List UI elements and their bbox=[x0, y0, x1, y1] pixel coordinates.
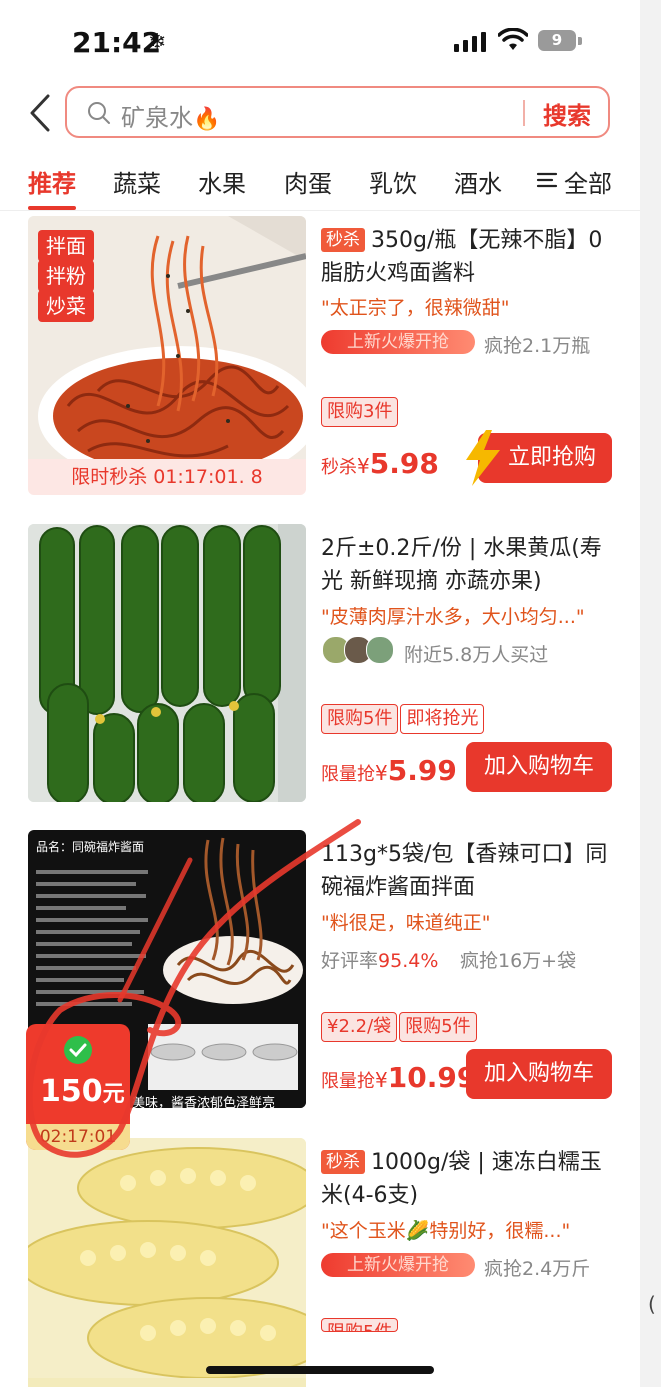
product-review-quote: "皮薄肉厚汁水多，大小均匀..." bbox=[321, 606, 585, 628]
red-packet-coupon[interactable]: 150元 02:17:01 bbox=[26, 1024, 130, 1150]
wifi-icon bbox=[498, 28, 528, 50]
cucumber-illustration bbox=[28, 524, 306, 802]
search-button[interactable]: 搜索 bbox=[543, 96, 591, 131]
sold-count: 疯抢2.4万斤 bbox=[484, 1258, 591, 1280]
search-icon bbox=[88, 102, 110, 124]
product-title[interactable]: 秒杀 350g/瓶【无辣不脂】0脂肪火鸡面酱料 bbox=[321, 224, 621, 290]
product-image-noodle-sauce[interactable]: 拌面 拌粉 炒菜 bbox=[28, 216, 306, 494]
coupon-timer: 02:17:01 bbox=[26, 1124, 130, 1150]
product-image-cucumber[interactable] bbox=[28, 524, 306, 802]
flash-sale-badge: 秒杀 bbox=[321, 228, 365, 252]
add-to-cart-button[interactable]: 加入购物车 bbox=[466, 1049, 612, 1099]
lightning-icon bbox=[466, 430, 500, 486]
home-indicator[interactable] bbox=[206, 1366, 434, 1374]
hot-sale-bar: 上新火爆开抢 bbox=[321, 1253, 475, 1277]
tab-all[interactable]: 全部 bbox=[564, 164, 612, 199]
limit-tag: 限购5件 bbox=[399, 1012, 477, 1042]
product-title[interactable]: 2斤±0.2斤/份 | 水果黄瓜(寿光 新鲜现摘 亦蔬亦果) bbox=[321, 532, 621, 598]
buyer-avatars bbox=[322, 636, 398, 664]
image-tag: 拌粉 bbox=[38, 260, 94, 292]
back-arrow-icon[interactable] bbox=[24, 92, 58, 134]
selling-fast-tag: 即将抢光 bbox=[400, 704, 485, 734]
unit-price-tag: ¥2.2/袋 bbox=[321, 1012, 398, 1042]
right-edge-strip bbox=[640, 0, 661, 1387]
product-review-quote: "料很足，味道纯正" bbox=[321, 912, 491, 934]
search-input[interactable]: 矿泉水🔥 bbox=[121, 98, 220, 133]
tab-fruit[interactable]: 水果 bbox=[198, 164, 246, 199]
image-tag: 炒菜 bbox=[38, 290, 94, 322]
rating: 好评率95.4% bbox=[321, 950, 439, 972]
snowflake-icon: ❄ bbox=[148, 30, 167, 55]
avatar bbox=[366, 636, 394, 664]
product-review-quote: "这个玉米🌽特别好，很糯..." bbox=[321, 1220, 571, 1242]
image-tag: 拌面 bbox=[38, 230, 94, 262]
flash-sale-countdown: 限时秒杀 01:17:01. 8 bbox=[28, 459, 306, 495]
limit-tag: 限购5件 bbox=[321, 1318, 399, 1332]
purchase-limit: 限购3件 bbox=[321, 397, 400, 427]
flash-sale-badge: 秒杀 bbox=[321, 1150, 365, 1174]
purchase-limit: ¥2.2/袋 限购5件 bbox=[321, 1012, 479, 1042]
image-caption: 美味，酱香浓郁色泽鲜亮 bbox=[132, 1096, 276, 1108]
buyers-count: 附近5.8万人买过 bbox=[404, 644, 549, 666]
purchase-limit: 限购5件 即将抢光 bbox=[321, 704, 486, 734]
battery-nub bbox=[578, 37, 582, 45]
divider bbox=[0, 210, 640, 211]
product-review-quote: "太正宗了，很辣微甜" bbox=[321, 297, 510, 319]
product-price: 秒杀¥5.98 bbox=[321, 447, 439, 480]
product-image-corn[interactable] bbox=[28, 1138, 306, 1387]
product-title[interactable]: 113g*5袋/包【香辣可口】同碗福炸酱面拌面 bbox=[321, 838, 621, 904]
signal-icon bbox=[454, 32, 486, 52]
search-divider bbox=[523, 100, 525, 126]
app-page: 21:42 ❄ 9 矿泉水🔥 搜索 推荐 蔬菜 水果 肉蛋 乳饮 酒水 全部 拌… bbox=[0, 0, 640, 1387]
product-title[interactable]: 秒杀 1000g/袋 | 速冻白糯玉米(4-6支) bbox=[321, 1146, 621, 1212]
tab-meat-eggs[interactable]: 肉蛋 bbox=[284, 164, 332, 199]
check-badge-icon bbox=[64, 1036, 92, 1064]
tab-alcohol-water[interactable]: 酒水 bbox=[454, 164, 502, 199]
add-to-cart-button[interactable]: 加入购物车 bbox=[466, 742, 612, 792]
tab-recommend[interactable]: 推荐 bbox=[28, 164, 76, 199]
status-bar: 21:42 ❄ 9 bbox=[0, 0, 640, 80]
coupon-amount: 150元 bbox=[40, 1074, 125, 1109]
category-tabs: 推荐 蔬菜 水果 肉蛋 乳饮 酒水 全部 bbox=[0, 158, 640, 210]
product-price: 限量抢¥10.99 bbox=[321, 1061, 477, 1094]
corn-illustration bbox=[28, 1138, 306, 1379]
hot-sale-bar: 上新火爆开抢 bbox=[321, 330, 475, 354]
limit-tag: 限购3件 bbox=[321, 397, 399, 427]
battery-icon: 9 bbox=[538, 30, 576, 51]
tab-dairy-drinks[interactable]: 乳饮 bbox=[369, 164, 417, 199]
edge-glyph-icon: ( bbox=[648, 1292, 656, 1316]
search-bar[interactable]: 矿泉水🔥 搜索 bbox=[65, 86, 610, 138]
purchase-limit: 限购5件 bbox=[321, 1318, 400, 1332]
sold-count: 疯抢16万+袋 bbox=[460, 950, 577, 972]
menu-list-icon bbox=[536, 172, 558, 188]
tab-vegetables[interactable]: 蔬菜 bbox=[113, 164, 161, 199]
product-price: 限量抢¥5.99 bbox=[321, 754, 457, 787]
fire-icon: 🔥 bbox=[193, 107, 221, 132]
sold-count: 疯抢2.1万瓶 bbox=[484, 335, 591, 357]
limit-tag: 限购5件 bbox=[321, 704, 399, 734]
